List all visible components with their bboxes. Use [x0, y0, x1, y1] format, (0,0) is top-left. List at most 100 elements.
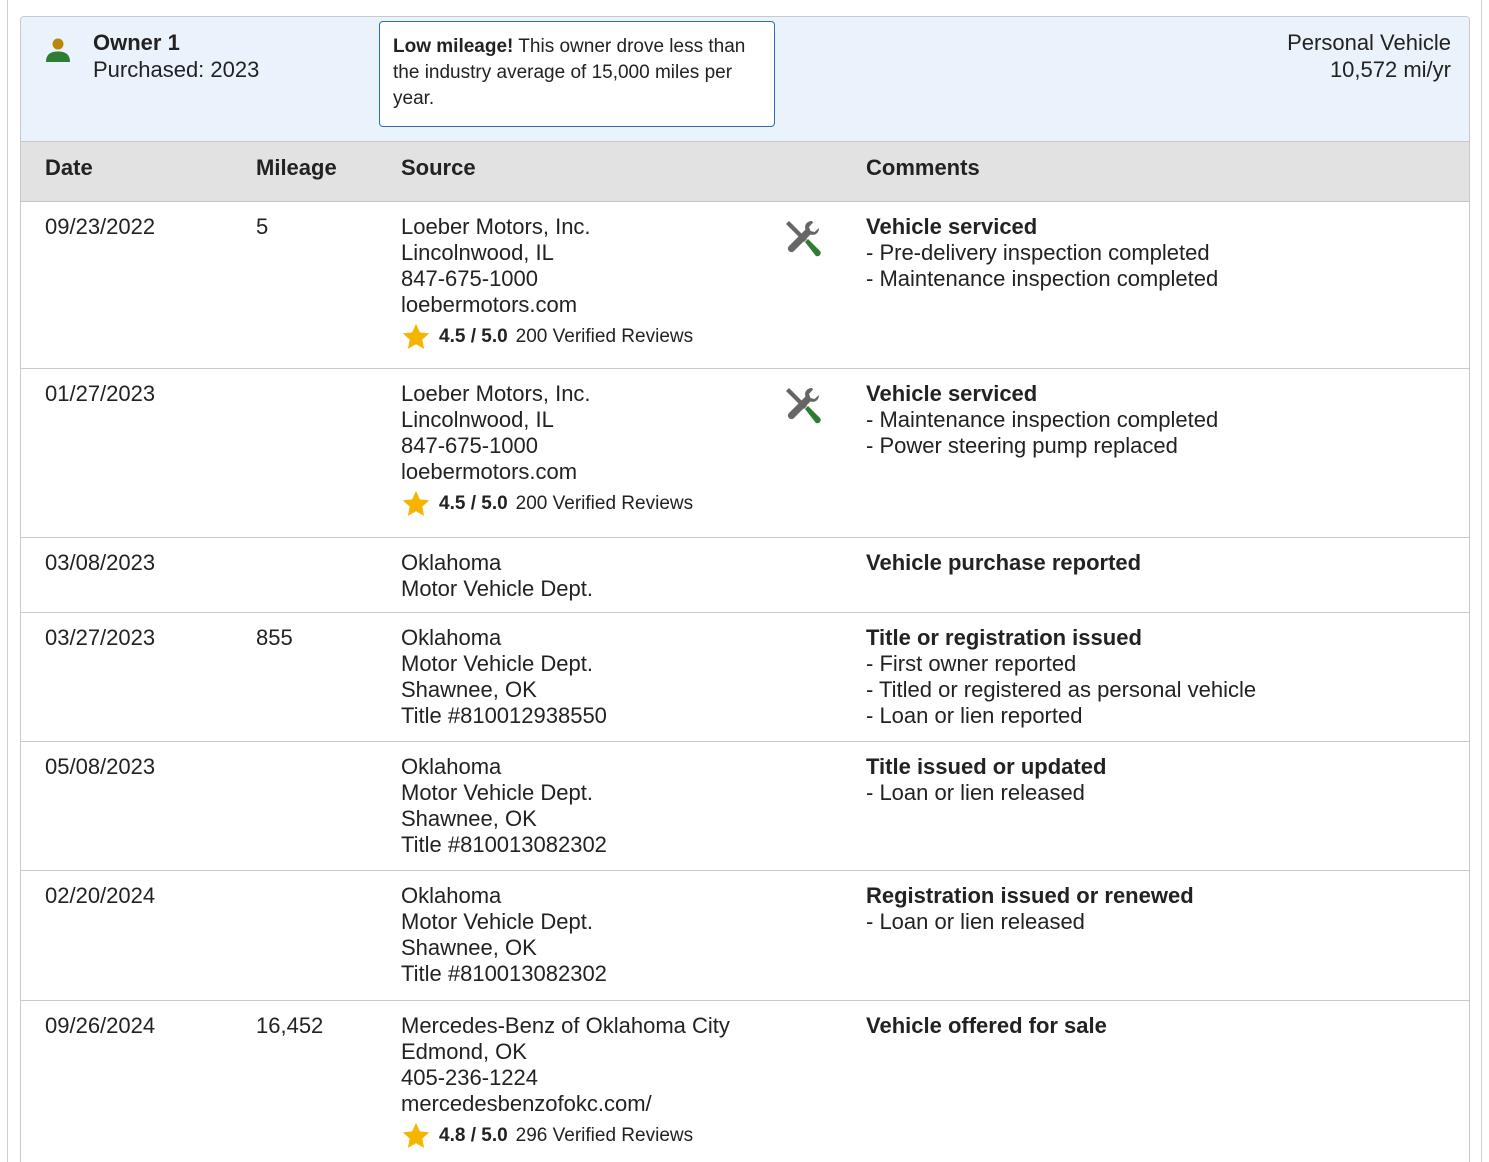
source-line: Motor Vehicle Dept.: [401, 909, 593, 934]
table-row: 09/26/2024 16,452 Mercedes-Benz of Oklahom…: [21, 1001, 1469, 1162]
person-icon: [46, 38, 70, 62]
comment-title: Vehicle offered for sale: [866, 1013, 1107, 1038]
owner-purchased-year: Purchased: 2023: [93, 57, 260, 82]
source-line: Oklahoma: [401, 754, 502, 779]
table-row: 05/08/2023 Oklahoma Motor Vehicle Dept. Sha…: [21, 742, 1469, 871]
comment-title: Title issued or updated: [866, 754, 1107, 779]
comment-item: - Maintenance inspection completed: [866, 407, 1219, 432]
source-line: Lincolnwood, IL: [401, 240, 554, 265]
table-row: 09/23/2022 5 Loeber Motors, Inc. Lincolnwoo…: [21, 202, 1469, 369]
record-comments: Title or registration issued - First owne…: [866, 625, 1256, 729]
rating-score: 4.8 / 5.0: [439, 1125, 508, 1146]
owner-name: Owner 1: [93, 30, 180, 55]
table-row: 02/20/2024 Oklahoma Motor Vehicle Dept. Sha…: [21, 871, 1469, 1001]
page-border-left: [7, 0, 8, 1162]
comment-item: - Loan or lien released: [866, 909, 1085, 934]
source-line: 847-675-1000: [401, 266, 539, 291]
record-mileage: 16,452: [256, 1013, 324, 1038]
record-source: Oklahoma Motor Vehicle Dept. Shawnee, OK Ti…: [401, 883, 607, 987]
record-date: 03/27/2023: [45, 625, 156, 650]
comment-title: Vehicle serviced: [866, 381, 1038, 406]
source-line: loebermotors.com: [401, 459, 578, 484]
comment-title: Registration issued or renewed: [866, 883, 1194, 908]
source-line: 847-675-1000: [401, 433, 539, 458]
source-line: Mercedes-Benz of Oklahoma City: [401, 1013, 730, 1038]
record-date: 01/27/2023: [45, 381, 156, 406]
record-mileage: 5: [256, 214, 269, 239]
vehicle-history-page: Owner 1 Purchased: 2023 Low mileage! Thi…: [0, 0, 1489, 1162]
source-line: Motor Vehicle Dept.: [401, 780, 593, 805]
source-line: Title #810013082302: [401, 832, 607, 857]
rating-score: 4.5 / 5.0: [439, 326, 508, 347]
record-comments: Vehicle serviced - Pre-delivery inspectio…: [866, 214, 1218, 292]
comment-item: - Loan or lien released: [866, 780, 1085, 805]
source-line: Motor Vehicle Dept.: [401, 651, 593, 676]
comment-item: - Maintenance inspection completed: [866, 266, 1219, 291]
star-icon: [402, 323, 430, 349]
column-header-source: Source: [401, 155, 476, 180]
comment-item: - Loan or lien reported: [866, 703, 1083, 728]
dealer-rating: 4.5 / 5.0 200 Verified Reviews: [401, 489, 693, 519]
star-icon: [402, 1122, 430, 1148]
comment-title: Vehicle serviced: [866, 214, 1038, 239]
column-header-date: Date: [45, 155, 93, 180]
source-line: Oklahoma: [401, 625, 502, 650]
record-date: 09/26/2024: [45, 1013, 156, 1038]
record-source: Mercedes-Benz of Oklahoma City Edmond, OK…: [401, 1013, 730, 1151]
source-line: Shawnee, OK: [401, 935, 537, 960]
record-comments: Vehicle purchase reported: [866, 550, 1141, 576]
comment-title: Vehicle purchase reported: [866, 550, 1142, 575]
source-line: Shawnee, OK: [401, 806, 537, 831]
annual-mileage: 10,572 mi/yr: [1329, 57, 1451, 82]
record-source: Oklahoma Motor Vehicle Dept.: [401, 550, 593, 602]
record-mileage: 855: [256, 625, 293, 650]
source-line: Shawnee, OK: [401, 677, 537, 702]
owner-header: Owner 1 Purchased: 2023 Low mileage! Thi…: [21, 17, 1469, 142]
record-source: Loeber Motors, Inc. Lincolnwood, IL 847-67…: [401, 381, 693, 519]
low-mileage-note-title: Low mileage!: [393, 36, 514, 57]
star-icon: [402, 490, 430, 516]
record-comments: Title issued or updated - Loan or lien re…: [866, 754, 1106, 806]
record-date: 05/08/2023: [45, 754, 156, 779]
comment-item: - Titled or registered as personal vehic…: [866, 677, 1257, 702]
source-line: Loeber Motors, Inc.: [401, 214, 591, 239]
table-row: 01/27/2023 Loeber Motors, Inc. Lincolnwood…: [21, 369, 1469, 538]
source-line: Lincolnwood, IL: [401, 407, 554, 432]
record-source: Oklahoma Motor Vehicle Dept. Shawnee, OK Ti…: [401, 754, 607, 858]
service-tools-icon: [786, 221, 821, 257]
source-line: loebermotors.com: [401, 292, 578, 317]
column-header-comments: Comments: [866, 155, 980, 180]
low-mileage-note: Low mileage! This owner drove less than …: [379, 21, 775, 127]
comment-item: - Power steering pump replaced: [866, 433, 1178, 458]
rating-reviews: 200 Verified Reviews: [515, 326, 694, 347]
comment-item: - Pre-delivery inspection completed: [866, 240, 1210, 265]
history-rows: 09/23/2022 5 Loeber Motors, Inc. Lincolnwoo…: [21, 202, 1469, 1162]
rating-reviews: 296 Verified Reviews: [515, 1125, 694, 1146]
source-line: Title #810012938550: [401, 703, 607, 728]
dealer-rating: 4.5 / 5.0 200 Verified Reviews: [401, 322, 693, 352]
page-border-right: [1481, 0, 1482, 1162]
record-date: 02/20/2024: [45, 883, 156, 908]
record-comments: Vehicle serviced - Maintenance inspection…: [866, 381, 1218, 459]
comment-item: - First owner reported: [866, 651, 1077, 676]
record-date: 03/08/2023: [45, 550, 156, 575]
record-comments: Vehicle offered for sale: [866, 1013, 1107, 1039]
vehicle-usage-type: Personal Vehicle: [1287, 30, 1451, 55]
dealer-rating: 4.8 / 5.0 296 Verified Reviews: [401, 1121, 730, 1151]
source-line: mercedesbenzofokc.com/: [401, 1091, 652, 1116]
record-date: 09/23/2022: [45, 214, 156, 239]
source-line: Loeber Motors, Inc.: [401, 381, 591, 406]
table-row: 03/27/2023 855 Oklahoma Motor Vehicle Dept.…: [21, 613, 1469, 742]
source-line: Oklahoma: [401, 550, 502, 575]
rating-reviews: 200 Verified Reviews: [515, 493, 694, 514]
source-line: Motor Vehicle Dept.: [401, 576, 593, 601]
column-header-mileage: Mileage: [256, 155, 337, 180]
source-line: 405-236-1224: [401, 1065, 539, 1090]
source-line: Title #810013082302: [401, 961, 607, 986]
record-comments: Registration issued or renewed - Loan or …: [866, 883, 1194, 935]
table-header: Date Mileage Source Comments: [21, 142, 1469, 202]
source-line: Oklahoma: [401, 883, 502, 908]
comment-title: Title or registration issued: [866, 625, 1142, 650]
record-source: Loeber Motors, Inc. Lincolnwood, IL 847-67…: [401, 214, 693, 352]
table-row: 03/08/2023 Oklahoma Motor Vehicle Dept. Veh…: [21, 538, 1469, 613]
